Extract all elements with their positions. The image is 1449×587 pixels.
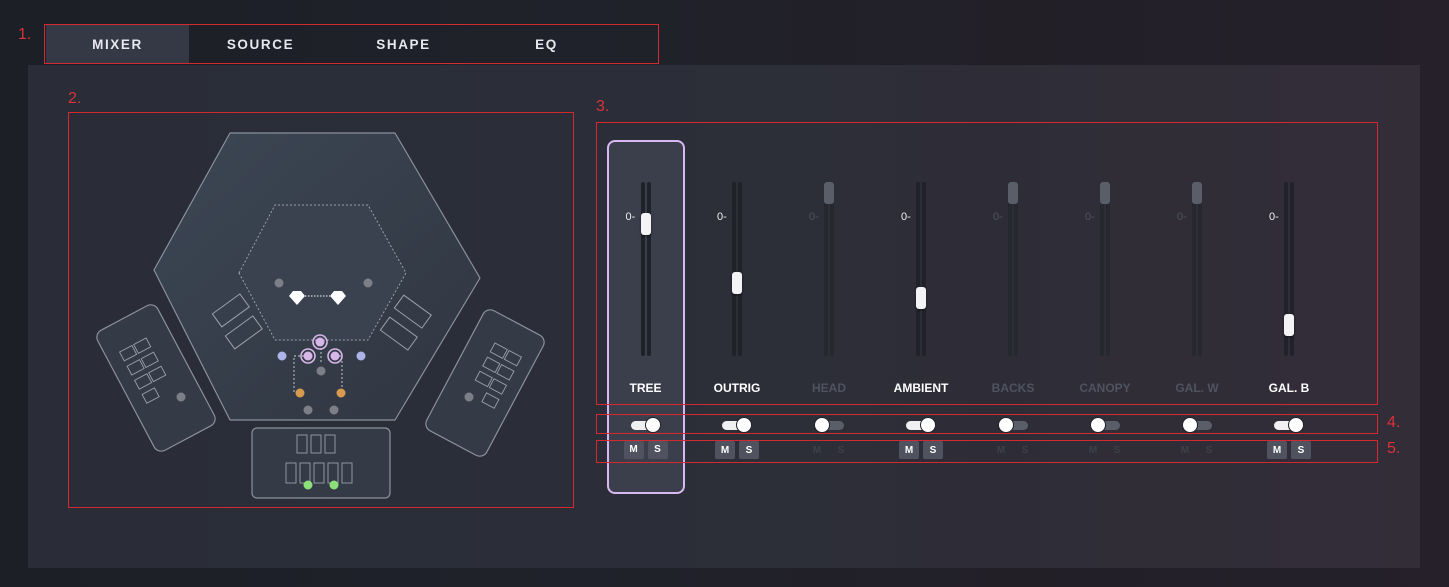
- fader-track: [640, 181, 651, 356]
- channel-name: GAL. B: [1268, 381, 1310, 395]
- channel-toggle[interactable]: [630, 416, 661, 433]
- channel-strip[interactable]: 0- TREE M S: [607, 140, 685, 494]
- fader-thumb[interactable]: [824, 182, 834, 204]
- stage-diagram: [96, 132, 545, 499]
- fader-track: [916, 182, 926, 356]
- fader-thumb[interactable]: [1284, 314, 1294, 337]
- fader-track: [1008, 182, 1018, 356]
- mute-button[interactable]: M: [1083, 441, 1103, 459]
- channel-toggle[interactable]: [722, 417, 752, 433]
- solo-button[interactable]: S: [831, 441, 851, 459]
- channel-strip[interactable]: 0- GAL. W MS: [1158, 140, 1236, 494]
- channel-toggle[interactable]: [906, 417, 936, 433]
- solo-button[interactable]: S: [1015, 441, 1035, 459]
- fader-thumb[interactable]: [1192, 182, 1202, 204]
- mute-button[interactable]: M: [807, 441, 827, 459]
- tab-bar: MIXER SOURCE SHAPE EQ: [46, 25, 658, 63]
- mute-solo-group: MS: [991, 441, 1035, 459]
- fader-thumb[interactable]: [1008, 182, 1018, 204]
- channel-toggle[interactable]: [1090, 417, 1120, 433]
- tab-source[interactable]: SOURCE: [189, 25, 332, 63]
- solo-button[interactable]: S: [647, 440, 668, 459]
- fader-thumb[interactable]: [640, 213, 651, 236]
- fader-zero-label: 0-: [717, 211, 727, 223]
- mute-button[interactable]: M: [991, 441, 1011, 459]
- annotation-marker-4: 4.: [1387, 414, 1401, 431]
- tab-eq[interactable]: EQ: [475, 25, 618, 63]
- mute-button[interactable]: M: [715, 441, 735, 459]
- channel-strip[interactable]: 0- CANOPY M S: [1066, 140, 1144, 494]
- channel-toggle[interactable]: [814, 417, 844, 433]
- channel-name: OUTRIG: [713, 381, 761, 395]
- fader-zero-label: 0-: [901, 211, 911, 223]
- annotation-marker-5: 5.: [1387, 440, 1401, 457]
- fader-zero-label: 0-: [1085, 211, 1095, 223]
- mute-solo-group: MS: [1175, 441, 1219, 459]
- fader-track: [732, 182, 742, 356]
- fader-zero-label: 0-: [1269, 211, 1279, 223]
- channel-strip[interactable]: 0- OUTRIG M S: [698, 140, 776, 494]
- mute-solo-group: MS: [715, 441, 759, 459]
- solo-button[interactable]: S: [923, 441, 943, 459]
- channel-toggle[interactable]: [1182, 417, 1212, 433]
- annotation-marker-1: 1.: [18, 26, 32, 43]
- channel-toggle[interactable]: [1274, 417, 1304, 433]
- solo-button[interactable]: S: [1291, 441, 1311, 459]
- tab-mixer[interactable]: MIXER: [46, 25, 189, 63]
- mute-button[interactable]: M: [1267, 441, 1287, 459]
- channel-name: TREE: [629, 380, 662, 395]
- annotation-marker-3: 3.: [596, 98, 610, 115]
- fader-thumb[interactable]: [1100, 182, 1110, 204]
- channel-name: GAL. W: [1175, 381, 1219, 395]
- fader-track: [1100, 182, 1110, 356]
- channel-name: HEAD: [811, 381, 846, 395]
- fader-track: [824, 182, 834, 356]
- channel-strip[interactable]: 0- BACKS M S: [974, 140, 1052, 494]
- mute-solo-group: MS: [623, 440, 668, 459]
- mute-solo-group: MS: [1267, 441, 1311, 459]
- fader-zero-label: 0-: [809, 211, 819, 223]
- channel-strip[interactable]: 0- GAL. B MS: [1250, 140, 1328, 494]
- annotation-marker-2: 2.: [68, 90, 82, 107]
- fader-thumb[interactable]: [916, 286, 926, 309]
- fader-thumb[interactable]: [732, 271, 742, 294]
- fader-zero-label: 0-: [625, 210, 636, 223]
- bottom-stage-box: [251, 427, 391, 499]
- channel-toggle[interactable]: [998, 417, 1028, 433]
- channel-name: CANOPY: [1079, 381, 1131, 395]
- mute-button[interactable]: M: [899, 441, 919, 459]
- channel-strip[interactable]: 0- AMBIENT M S: [882, 140, 960, 494]
- solo-button[interactable]: S: [739, 441, 759, 459]
- channel-strip[interactable]: 0- HEAD M S: [790, 140, 868, 494]
- mute-button[interactable]: M: [1175, 441, 1195, 459]
- channel-name: AMBIENT: [893, 381, 949, 395]
- solo-button[interactable]: S: [1199, 441, 1219, 459]
- mute-solo-group: MS: [807, 441, 851, 459]
- solo-button[interactable]: S: [1107, 441, 1127, 459]
- channel-name: BACKS: [991, 381, 1035, 395]
- fader-track: [1192, 182, 1202, 356]
- mute-solo-group: MS: [1083, 441, 1127, 459]
- mute-button[interactable]: M: [623, 440, 644, 459]
- fader-zero-label: 0-: [993, 211, 1003, 223]
- mute-solo-group: MS: [899, 441, 943, 459]
- fader-zero-label: 0-: [1177, 211, 1187, 223]
- tab-shape[interactable]: SHAPE: [332, 25, 475, 63]
